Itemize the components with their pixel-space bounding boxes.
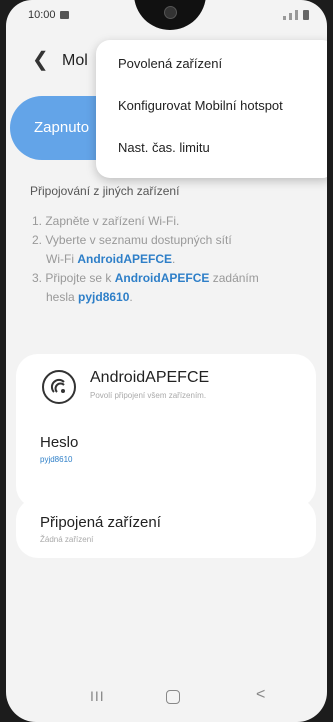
network-subtitle: Povolí připojení všem zařízením.	[90, 391, 207, 400]
menu-item-time-limit[interactable]: Nast. čas. limitu	[118, 140, 210, 155]
instruction-step-3: 3. Připojte se k AndroidAPEFCE zadáním	[32, 269, 322, 288]
signal-icon	[289, 13, 292, 20]
home-button[interactable]	[166, 690, 180, 704]
network-name-highlight: AndroidAPEFCE	[114, 271, 210, 285]
password-value: pyjd8610	[40, 455, 73, 464]
password-label: Heslo	[40, 434, 79, 451]
info-title: Připojování z jiných zařízení	[30, 184, 180, 198]
page-title: Mol	[62, 52, 88, 69]
network-card: AndroidAPEFCE Povolí připojení všem zaří…	[16, 354, 316, 508]
instruction-step-2: 2. Vyberte v seznamu dostupných sítí	[32, 231, 322, 250]
connected-devices-subtitle: Žádná zařízení	[40, 535, 94, 544]
chevron-left-icon: ❮	[32, 49, 49, 71]
wifi-hotspot-icon	[42, 370, 76, 404]
connected-devices-card[interactable]: Připojená zařízení Žádná zařízení	[16, 498, 316, 558]
connected-devices-title: Připojená zařízení	[40, 514, 161, 531]
menu-item-allowed-devices[interactable]: Povolená zařízení	[118, 56, 222, 71]
instruction-text: 2. Vyberte v seznamu dostupných sítí	[32, 233, 232, 247]
recent-apps-button[interactable]: III	[90, 688, 105, 704]
status-icons	[283, 10, 309, 20]
instruction-step-3-cont: hesla pyjd8610.	[32, 288, 322, 307]
instruction-text: .	[172, 252, 176, 266]
image-icon	[60, 11, 69, 19]
instruction-text: zadáním	[209, 271, 259, 285]
signal-icon	[283, 16, 286, 20]
instruction-text: 3. Připojte se k	[32, 271, 115, 285]
menu-item-configure-hotspot[interactable]: Konfigurovat Mobilní hotspot	[118, 98, 283, 113]
back-button[interactable]: ❮	[32, 48, 49, 72]
phone-screen: 10:00 ❮ Mol Zapnuto Připojování z jiných…	[6, 0, 327, 722]
instructions-list: 1. Zapněte v zařízení Wi-Fi. 2. Vyberte …	[32, 212, 322, 307]
overflow-menu: Povolená zařízení Konfigurovat Mobilní h…	[96, 40, 327, 178]
network-name: AndroidAPEFCE	[90, 369, 210, 386]
instruction-step-1: 1. Zapněte v zařízení Wi-Fi.	[32, 214, 180, 228]
camera-icon	[164, 6, 177, 19]
nav-back-button[interactable]: <	[256, 686, 265, 704]
toggle-label: Zapnuto	[34, 119, 90, 136]
instruction-text: hesla	[46, 290, 79, 304]
instruction-text: Wi-Fi	[46, 252, 78, 266]
instruction-step-2-cont: Wi-Fi AndroidAPEFCE.	[32, 250, 322, 269]
status-time: 10:00	[28, 9, 56, 21]
instruction-text: .	[129, 290, 133, 304]
password-highlight: pyjd8610	[78, 290, 130, 304]
signal-icon	[295, 10, 298, 20]
network-name-highlight: AndroidAPEFCE	[77, 252, 172, 266]
battery-icon	[303, 10, 309, 20]
system-nav-bar: III <	[6, 680, 327, 720]
